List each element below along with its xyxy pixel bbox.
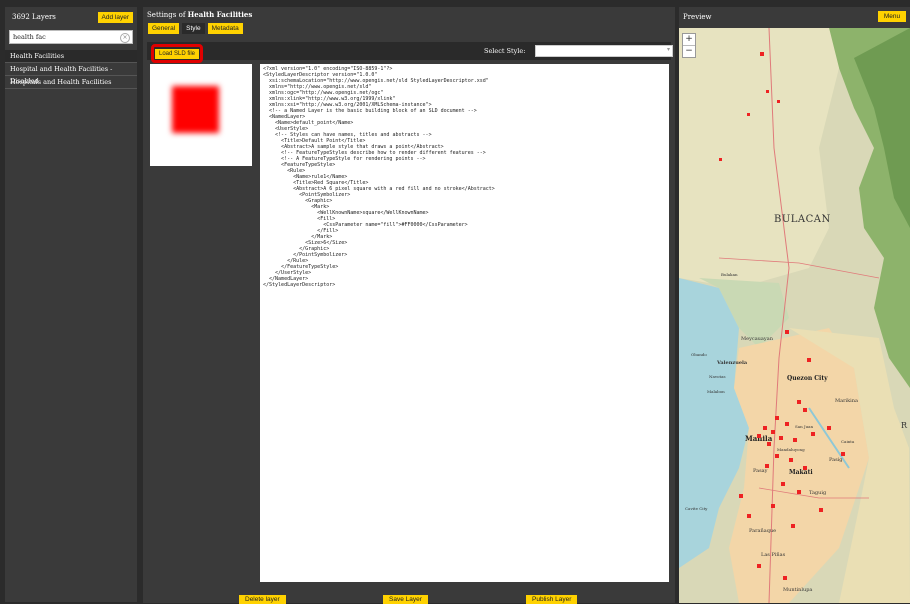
facility-marker[interactable] — [747, 113, 750, 116]
facility-marker[interactable] — [803, 408, 807, 412]
settings-tabs: General Style Metadata — [143, 23, 675, 35]
map-label-paranaque: Parañaque — [749, 527, 776, 534]
map-label-muntinlupa: Muntinlupa — [783, 587, 812, 593]
map-label-navotas: Navotas — [709, 374, 726, 379]
map-label-edge: R — [901, 421, 908, 430]
facility-marker[interactable] — [765, 464, 769, 468]
zoom-control: + − — [682, 33, 696, 58]
facility-marker[interactable] — [811, 432, 815, 436]
settings-title-prefix: Settings of — [147, 11, 188, 19]
map-label-obando: Obando — [691, 352, 707, 357]
preview-header: Preview Menu — [679, 7, 910, 27]
tab-general[interactable]: General — [148, 23, 180, 34]
add-layer-button[interactable]: Add layer — [97, 11, 133, 23]
facility-marker[interactable] — [803, 466, 807, 470]
layer-search-input[interactable] — [10, 31, 125, 43]
map-label-meycauayan: Meycauayan — [741, 336, 774, 342]
preview-panel: Preview Menu BULACAN Bulakan Meycauayan … — [679, 7, 910, 603]
map-label-makati: Makati — [789, 469, 813, 476]
map-label-mandaluyong: Mandaluyong — [777, 447, 805, 452]
settings-actions: Delete layer Save Layer Publish Layer — [143, 593, 675, 604]
map-label-malabon: Malabon — [707, 389, 725, 394]
layer-item-hospital-disabled[interactable]: Hospital and Health Facilities - Disable… — [5, 63, 137, 85]
facility-marker[interactable] — [719, 158, 722, 161]
layer-item-hospitals[interactable]: Hospitals and Health Facilities — [5, 76, 137, 89]
map-label-marikina: Marikina — [835, 398, 858, 404]
facility-marker[interactable] — [757, 434, 761, 438]
map-label-bulakan: Bulakan — [721, 272, 738, 277]
layer-item-health-facilities[interactable]: Health Facilities — [5, 50, 137, 63]
facility-marker[interactable] — [785, 422, 789, 426]
settings-title: Settings of Health Facilities — [143, 7, 675, 23]
layers-header: 3692 Layers Add layer — [5, 7, 137, 27]
sld-xml-editor[interactable]: <?xml version="1.0" encoding="ISO-8859-1… — [260, 64, 669, 582]
map-label-san-juan: San Juan — [795, 424, 814, 429]
menu-button[interactable]: Menu — [878, 11, 906, 22]
facility-marker[interactable] — [766, 90, 769, 93]
facility-marker[interactable] — [791, 524, 795, 528]
layers-panel: 3692 Layers Add layer × Health Facilitie… — [5, 7, 137, 602]
facility-marker[interactable] — [797, 400, 801, 404]
settings-panel: Settings of Health Facilities General St… — [143, 7, 675, 604]
tab-metadata[interactable]: Metadata — [207, 23, 243, 34]
map-label-valenzuela: Valenzuela — [716, 360, 748, 366]
facility-marker[interactable] — [797, 490, 801, 494]
layer-search-box: × — [9, 30, 133, 44]
facility-marker[interactable] — [771, 430, 775, 434]
zoom-in-button[interactable]: + — [683, 34, 695, 45]
map-canvas[interactable]: BULACAN Bulakan Meycauayan Obando Valenz… — [679, 28, 910, 603]
settings-layer-name: Health Facilities — [187, 10, 253, 19]
clear-search-icon[interactable]: × — [120, 33, 130, 43]
map-label-cavite-city: Cavite City — [685, 506, 708, 511]
facility-marker[interactable] — [771, 504, 775, 508]
map-label-taguig: Taguig — [809, 490, 827, 496]
facility-marker[interactable] — [747, 514, 751, 518]
load-sld-highlight: Load SLD file — [151, 44, 203, 63]
facility-marker[interactable] — [779, 436, 783, 440]
facility-marker[interactable] — [763, 426, 767, 430]
style-toolbar: Load SLD file Select Style: ▾ — [147, 42, 673, 63]
map-label-las-pinas: Las Piñas — [761, 551, 786, 558]
facility-marker[interactable] — [793, 438, 797, 442]
facility-marker[interactable] — [827, 426, 831, 430]
facility-marker[interactable] — [783, 576, 787, 580]
facility-marker[interactable] — [807, 358, 811, 362]
map-label-bulacan: BULACAN — [774, 214, 831, 225]
facility-marker[interactable] — [760, 52, 764, 56]
facility-marker[interactable] — [841, 452, 845, 456]
map-view[interactable]: BULACAN Bulakan Meycauayan Obando Valenz… — [679, 28, 910, 603]
zoom-out-button[interactable]: − — [683, 45, 695, 57]
facility-marker[interactable] — [775, 416, 779, 420]
red-square-symbol — [172, 86, 219, 133]
tab-style[interactable]: Style — [182, 23, 205, 34]
style-preview — [150, 64, 252, 166]
map-label-pasig: Pasig — [829, 457, 843, 463]
facility-marker[interactable] — [775, 454, 779, 458]
facility-marker[interactable] — [757, 564, 761, 568]
facility-marker[interactable] — [785, 330, 789, 334]
map-label-cainta: Cainta — [841, 439, 855, 444]
facility-marker[interactable] — [789, 458, 793, 462]
select-style-label: Select Style: — [484, 47, 526, 55]
facility-marker[interactable] — [781, 482, 785, 486]
layer-count: 3692 Layers — [12, 13, 56, 21]
facility-marker[interactable] — [767, 442, 771, 446]
load-sld-button[interactable]: Load SLD file — [154, 48, 200, 59]
preview-title: Preview — [683, 13, 712, 21]
facility-marker[interactable] — [819, 508, 823, 512]
map-label-pasay: Pasay — [753, 468, 768, 474]
layer-list: Health Facilities Hospital and Health Fa… — [5, 50, 137, 89]
style-select[interactable]: ▾ — [535, 45, 673, 57]
facility-marker[interactable] — [739, 494, 743, 498]
farmland-region — [679, 28, 839, 288]
chevron-down-icon: ▾ — [666, 46, 670, 53]
map-label-quezon-city: Quezon City — [787, 375, 828, 382]
facility-marker[interactable] — [777, 100, 780, 103]
